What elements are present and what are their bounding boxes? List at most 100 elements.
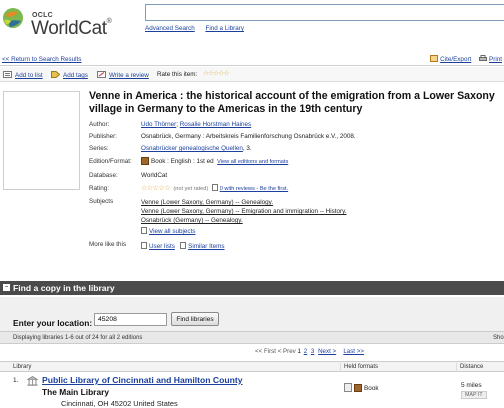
map-it-button[interactable]: MAP IT [461,391,487,399]
table-row: 1. Public Library of Cincinnati and Hami… [0,372,504,408]
library-building-icon [27,376,38,386]
author-link-1[interactable]: Udo Thörner [141,121,176,128]
advanced-search-link[interactable]: Advanced Search [145,25,195,32]
held-format-label: Book [364,385,379,392]
edition-format-text: Book : English : 1st ed [151,158,214,165]
record-tools: Cite/Export Print [424,55,502,63]
library-branch: The Main Library [42,387,110,397]
library-name-link[interactable]: Public Library of Cincinnati and Hamilto… [42,375,243,385]
record-title: Venne in America : the historical accoun… [89,90,504,116]
column-distance[interactable]: Distance [460,364,483,370]
results-summary-bar: Displaying libraries 1-6 out of 24 for a… [0,331,504,344]
rating-stars: ☆☆☆☆☆ [141,185,170,192]
pencil-icon [97,71,106,78]
add-tags-label: Add tags [63,72,88,79]
row-number: 1. [13,377,19,384]
pager-page-3[interactable]: 3 [311,348,314,355]
location-input[interactable] [94,313,167,326]
user-lists-button[interactable]: User lists [141,242,175,250]
publisher-label: Publisher: [89,133,118,140]
find-copy-title: Find a copy in the library [13,283,115,293]
header: OCLC WorldCat® Advanced Search Find a Li… [0,0,504,50]
view-all-editions-link[interactable]: View all editions and formats [217,159,288,165]
similar-items-link: Similar Items [188,243,225,250]
subject-link-1[interactable]: Venne (Lower Saxony, Germany) -- Genealo… [141,199,273,206]
rate-stars[interactable]: ☆☆☆☆☆ [203,70,229,77]
record-title-line-2: village in Germany to the Americas in th… [89,103,363,115]
write-review-label: Write a review [109,72,149,79]
record-toolbar: << Return to Search Results Cite/Export … [0,52,504,66]
book-icon [141,157,149,165]
displaying-text: Displaying libraries 1-6 out of 24 for a… [13,335,143,341]
add-tags-button[interactable]: Add tags [51,71,88,79]
tag-icon [51,71,60,78]
cite-export-label: Cite/Export [440,56,472,63]
location-label: Enter your location: [13,318,93,328]
pager-page-2[interactable]: 2 [304,348,307,355]
pager-prev: < Prev [277,348,296,355]
view-all-subjects-link: View all subjects [149,228,196,235]
review-icon [211,184,218,191]
logo-wordmark: WorldCat® [31,18,112,40]
view-all-subjects[interactable]: View all subjects [141,227,195,235]
reviews-link[interactable]: 0 with reviews - Be the first. [220,186,288,192]
record-title-line-1: Venne in America : the historical accoun… [89,90,495,102]
reviews-link-text: with reviews - Be the first. [222,186,289,192]
subjects-icon [141,227,147,234]
find-copy-header[interactable]: – Find a copy in the library [0,281,504,295]
edition-format-value: Book : English : 1st ed View all edition… [141,157,288,165]
print-button[interactable]: Print [479,55,502,63]
rating-value: ☆☆☆☆☆ (not yet rated) 0 with reviews - B… [141,184,288,192]
search-links: Advanced Search Find a Library [145,25,253,32]
held-format: Book [344,383,379,392]
write-review-button[interactable]: Write a review [97,71,149,79]
pager-next[interactable]: Next > [318,348,336,355]
series-link[interactable]: Osnabrücker genealogische Quellen [141,145,243,152]
subjects-label: Subjects [89,198,114,205]
pager-last[interactable]: Last >> [343,348,364,355]
author-value: Udo Thörner; Rosalie Horstman Haines [141,121,251,128]
add-to-list-label: Add to list [15,72,43,79]
column-held-formats[interactable]: Held formats [344,364,378,370]
user-lists-icon [141,242,147,249]
cite-export-button[interactable]: Cite/Export [430,55,473,63]
location-bar: Enter your location: Find libraries [0,297,504,331]
list-icon [3,71,12,78]
subject-link-2[interactable]: Venne (Lower Saxony, Germany) -- Emigrat… [141,208,347,215]
similar-items-button[interactable]: Similar Items [180,242,225,250]
more-like-this-links: User lists Similar Items [141,242,225,250]
publisher-value: Osnabrück, Germany : Arbeitskreis Famili… [141,133,356,140]
logo-registered: ® [106,18,112,25]
search-input[interactable] [145,4,504,21]
book-icon [354,384,362,392]
subject-link-3[interactable]: Osnabrück (Germany) -- Genealogy. [141,217,243,224]
worldcat-logo[interactable]: OCLC WorldCat® [2,6,122,40]
book-cover-placeholder [3,91,80,190]
show-option-cut[interactable]: Sho [493,335,504,341]
item-actions-bar: Add to list Add tags Write a review Rate… [0,67,504,82]
more-like-this-label: More like this [89,241,127,248]
user-lists-link: User lists [149,243,175,250]
similar-items-icon [180,242,187,249]
distance-value: 5 miles [461,382,482,389]
rating-label: Rating: [89,185,109,192]
database-value: WorldCat [141,172,168,179]
find-libraries-button[interactable]: Find libraries [171,312,219,326]
author-link-2[interactable]: Rosalie Horstman Haines [180,121,251,128]
pager-page-1: 1 [297,348,301,355]
pagination: << First < Prev 1 2 3 Next > Last >> [0,347,504,359]
rate-label: Rate this item: [157,71,198,78]
print-icon [479,55,488,61]
series-label: Series: [89,145,109,152]
return-to-results-link[interactable]: << Return to Search Results [2,56,81,63]
add-to-list-button[interactable]: Add to list [3,71,43,79]
author-label: Author: [89,121,110,128]
logo-wordmark-text: WorldCat [31,18,107,39]
edition-format-label: Edition/Format: [89,158,132,165]
find-a-library-link[interactable]: Find a Library [205,25,244,32]
collapse-toggle-icon[interactable]: – [3,284,10,291]
library-table-header: Library Held formats Distance [0,361,504,372]
column-library[interactable]: Library [13,364,31,370]
cite-export-icon [430,55,439,62]
series-suffix: , 3. [242,145,252,152]
